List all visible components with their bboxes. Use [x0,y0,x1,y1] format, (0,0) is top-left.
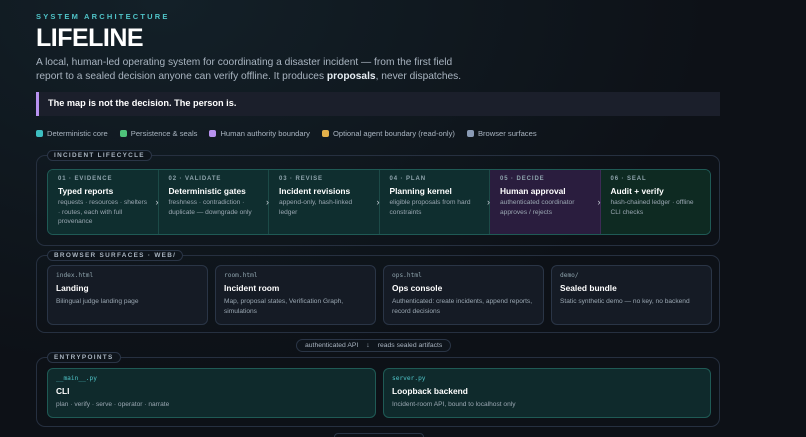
legend-label: Optional agent boundary (read-only) [332,129,455,138]
stage-decide: › 05 · DECIDE Human approval authenticat… [487,170,601,234]
card-description: Bilingual judge landing page [56,298,139,305]
page-subtitle: A local, human-led operating system for … [36,56,476,84]
stage-number: 03 · REVISE [279,176,323,182]
card-ops-console: ops.html Ops console Authenticated: crea… [383,265,544,325]
legend-label: Persistence & seals [130,129,198,138]
card-description: Authenticated: create incidents, append … [392,298,533,315]
entrypoints-panel: ENTRYPOINTS __main__.py CLI plan · verif… [36,352,720,427]
legend: Deterministic core Persistence & seals H… [36,129,537,138]
subtitle-bold: proposals [326,71,376,82]
stage-title: Deterministic gates [168,186,246,196]
card-filename: server.py [392,375,426,382]
arrow-down-icon: ↓ [366,342,370,349]
bottom-label-pill [334,433,424,437]
legend-label: Browser surfaces [477,129,537,138]
chevron-right-icon: › [487,197,490,207]
panel-label: BROWSER SURFACES · WEB/ [47,250,184,261]
card-filename: ops.html [392,272,422,279]
card-title: Ops console [392,283,443,293]
card-filename: index.html [56,272,94,279]
legend-item: Deterministic core [36,129,108,138]
page-title: LIFELINE [36,24,144,52]
card-filename: room.html [224,272,258,279]
legend-swatch [36,130,43,137]
panel-label: INCIDENT LIFECYCLE [47,150,152,161]
card-incident-room: room.html Incident room Map, proposal st… [215,265,376,325]
stage-description: requests · resources · shelters · routes… [58,199,148,225]
legend-label: Deterministic core [47,129,108,138]
card-description: plan · verify · serve · operator · narra… [56,401,170,408]
legend-swatch [119,130,127,137]
stage-title: Human approval [500,186,566,196]
legend-swatch [321,130,329,137]
callout: The map is not the decision. The person … [36,92,720,116]
legend-swatch [209,130,217,137]
legend-label: Human authority boundary [220,129,310,138]
card-title: Incident room [224,283,280,293]
entrypoint-cards: __main__.py CLI plan · verify · serve · … [47,368,711,418]
chevron-right-icon: › [376,197,380,207]
stage-revise: › 03 · REVISE Incident revisions append-… [266,170,380,234]
card-title: Loopback backend [392,386,468,396]
card-sealed-bundle: demo/ Sealed bundle Static synthetic dem… [551,265,712,325]
card-title: CLI [56,386,70,396]
stage-validate: › 02 · VALIDATE Deterministic gates fres… [155,170,269,234]
card-description: Static synthetic demo — no key, no backe… [560,298,690,305]
panel-label: ENTRYPOINTS [47,352,121,363]
chevron-right-icon: › [155,197,159,207]
stage-title: Planning kernel [389,186,452,196]
lifecycle-row: 01 · EVIDENCE Typed reports requests · r… [47,169,711,235]
stage-evidence: 01 · EVIDENCE Typed reports requests · r… [48,170,159,234]
api-connector: authenticated API ↓ reads sealed artifac… [296,339,452,352]
card-filename: __main__.py [56,375,97,382]
card-description: Map, proposal states, Verification Graph… [224,298,344,315]
stage-number: 02 · VALIDATE [168,176,222,182]
stage-description: eligible proposals from hard constraints [389,199,471,216]
chevron-right-icon: › [597,197,601,207]
stage-number: 04 · PLAN [389,176,426,182]
stage-description: hash-chained ledger · offline CLI checks [610,199,694,216]
legend-item: Human authority boundary [209,129,310,138]
subtitle-text-after: , never dispatches. [375,71,462,82]
stage-plan: › 04 · PLAN Planning kernel eligible pro… [376,170,490,234]
stage-number: 01 · EVIDENCE [58,176,113,182]
connector-left-label: authenticated API [305,342,359,349]
stage-number: 06 · SEAL [610,176,647,182]
stage-title: Audit + verify [610,186,664,196]
stage-description: authenticated coordinator approves / rej… [500,199,575,216]
stage-seal: › 06 · SEAL Audit + verify hash-chained … [597,170,710,234]
stage-description: freshness · contradiction · duplicate — … [168,199,252,216]
legend-swatch [466,130,474,137]
card-title: Landing [56,283,89,293]
browser-cards: index.html Landing Bilingual judge landi… [47,265,712,325]
connector-right-label: reads sealed artifacts [377,342,443,349]
legend-item: Browser surfaces [466,129,537,138]
card-cli: __main__.py CLI plan · verify · serve · … [47,368,376,418]
stage-number: 05 · DECIDE [500,176,545,182]
card-title: Sealed bundle [560,283,617,293]
card-landing: index.html Landing Bilingual judge landi… [47,265,208,325]
card-loopback-backend: server.py Loopback backend Incident-room… [383,368,711,418]
chevron-right-icon: › [266,197,269,207]
eyebrow: SYSTEM ARCHITECTURE [36,12,170,21]
stage-description: append-only, hash-linked ledger [279,199,353,216]
legend-item: Optional agent boundary (read-only) [321,129,455,138]
stage-title: Incident revisions [279,186,351,196]
card-filename: demo/ [560,272,579,279]
stage-title: Typed reports [58,186,114,196]
legend-item: Persistence & seals [119,129,198,138]
incident-lifecycle-panel: INCIDENT LIFECYCLE 01 · EVIDENCE Typed r… [36,150,720,246]
browser-surfaces-panel: BROWSER SURFACES · WEB/ index.html Landi… [36,250,720,333]
card-description: Incident-room API, bound to localhost on… [392,401,516,408]
